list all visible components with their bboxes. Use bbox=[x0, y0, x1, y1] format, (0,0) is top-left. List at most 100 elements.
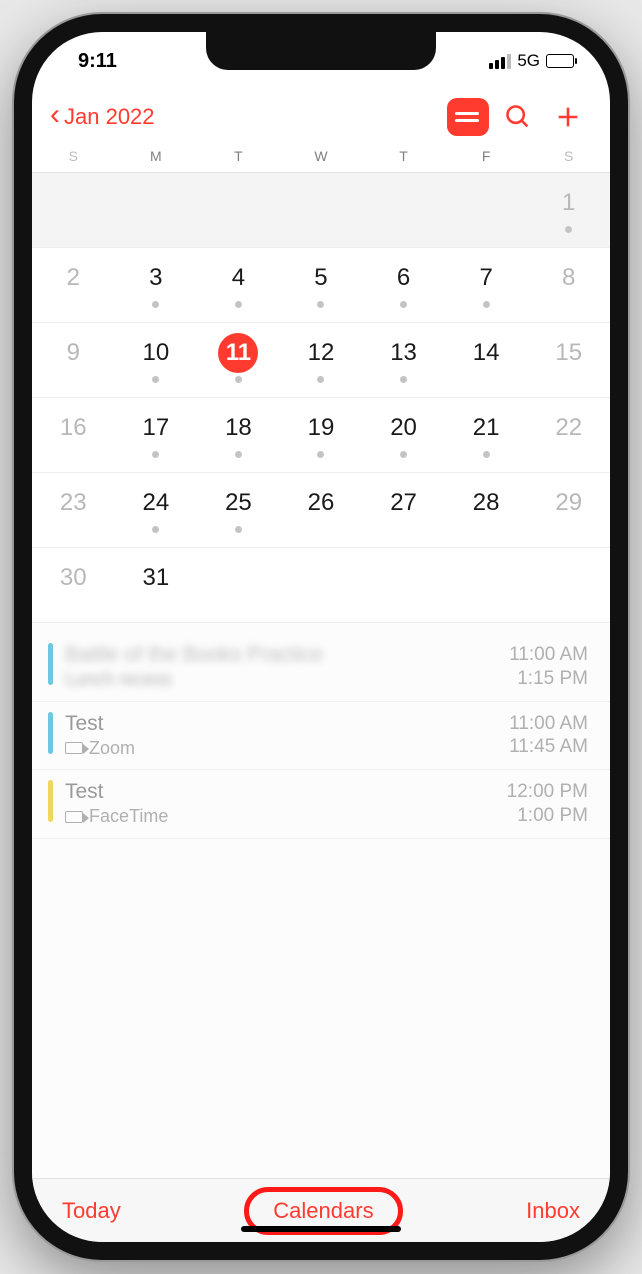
calendar-day[interactable]: 8 bbox=[527, 248, 610, 322]
event-dot-icon bbox=[152, 376, 159, 383]
event-subtitle: Lunch recess bbox=[65, 669, 509, 690]
event-body: TestZoom bbox=[65, 712, 509, 759]
calendar-day[interactable]: 16 bbox=[32, 398, 115, 472]
dow-label: F bbox=[445, 148, 528, 164]
calendar-day[interactable]: 29 bbox=[527, 473, 610, 547]
calendar-day[interactable]: 27 bbox=[362, 473, 445, 547]
day-number bbox=[301, 183, 341, 223]
calendar-day[interactable]: 21 bbox=[445, 398, 528, 472]
event-dot-icon bbox=[483, 301, 490, 308]
event-times: 12:00 PM1:00 PM bbox=[507, 780, 588, 828]
calendar-day[interactable]: 11 bbox=[197, 323, 280, 397]
event-body: Battle of the Books PracticeLunch recess bbox=[65, 643, 509, 690]
calendar-day[interactable]: 17 bbox=[115, 398, 198, 472]
event-color-bar bbox=[48, 643, 53, 685]
calendar-day[interactable]: 28 bbox=[445, 473, 528, 547]
day-number: 23 bbox=[53, 483, 93, 523]
event-dot-icon bbox=[152, 301, 159, 308]
calendar-day[interactable]: 26 bbox=[280, 473, 363, 547]
event-row[interactable]: Battle of the Books PracticeLunch recess… bbox=[32, 633, 610, 702]
day-number: 27 bbox=[384, 483, 424, 523]
event-title: Test bbox=[65, 780, 507, 804]
calendar-day[interactable]: 25 bbox=[197, 473, 280, 547]
bottom-toolbar: Today Calendars Inbox bbox=[32, 1178, 610, 1242]
calendar-day[interactable]: 4 bbox=[197, 248, 280, 322]
calendar-day bbox=[197, 173, 280, 247]
event-dot-icon bbox=[565, 226, 572, 233]
event-row[interactable]: TestZoom11:00 AM11:45 AM bbox=[32, 702, 610, 771]
back-button[interactable]: ‹ Jan 2022 bbox=[50, 104, 155, 130]
event-dot-icon bbox=[235, 301, 242, 308]
calendar-day[interactable]: 18 bbox=[197, 398, 280, 472]
calendar-day[interactable]: 14 bbox=[445, 323, 528, 397]
day-number: 11 bbox=[218, 333, 258, 373]
calendar-day[interactable]: 3 bbox=[115, 248, 198, 322]
search-button[interactable] bbox=[494, 95, 542, 139]
home-indicator[interactable] bbox=[241, 1226, 401, 1232]
calendar-day[interactable]: 30 bbox=[32, 548, 115, 622]
calendar-day bbox=[445, 173, 528, 247]
day-number bbox=[384, 183, 424, 223]
day-number bbox=[218, 183, 258, 223]
search-icon bbox=[504, 103, 532, 131]
event-times: 11:00 AM11:45 AM bbox=[509, 712, 588, 760]
add-event-button[interactable] bbox=[544, 95, 592, 139]
network-label: 5G bbox=[517, 51, 540, 71]
day-number: 25 bbox=[218, 483, 258, 523]
event-dot-icon bbox=[317, 301, 324, 308]
calendar-day[interactable]: 5 bbox=[280, 248, 363, 322]
event-dot-icon bbox=[235, 376, 242, 383]
event-dot-icon bbox=[400, 301, 407, 308]
day-number: 30 bbox=[53, 558, 93, 598]
calendar-week: 2345678 bbox=[32, 248, 610, 323]
calendar-day[interactable]: 7 bbox=[445, 248, 528, 322]
event-dot-icon bbox=[235, 526, 242, 533]
status-right: 5G bbox=[489, 51, 574, 71]
event-row[interactable]: TestFaceTime12:00 PM1:00 PM bbox=[32, 770, 610, 839]
calendar-day[interactable]: 9 bbox=[32, 323, 115, 397]
phone-frame: 9:11 5G ‹ Jan 2022 SMTWTFS 1 bbox=[14, 14, 628, 1260]
calendar-day bbox=[280, 548, 363, 622]
dow-label: S bbox=[32, 148, 115, 164]
calendar-day[interactable]: 15 bbox=[527, 323, 610, 397]
day-number: 29 bbox=[549, 483, 589, 523]
calendar-day[interactable]: 10 bbox=[115, 323, 198, 397]
calendar-day[interactable]: 31 bbox=[115, 548, 198, 622]
calendar-day bbox=[362, 548, 445, 622]
calendar-day[interactable]: 19 bbox=[280, 398, 363, 472]
today-button[interactable]: Today bbox=[62, 1198, 121, 1224]
day-number bbox=[549, 558, 589, 598]
event-dot-icon bbox=[235, 451, 242, 458]
nav-bar: ‹ Jan 2022 bbox=[32, 90, 610, 144]
calendar-day[interactable]: 24 bbox=[115, 473, 198, 547]
calendar-day[interactable]: 13 bbox=[362, 323, 445, 397]
video-icon bbox=[65, 742, 83, 754]
calendar-day[interactable]: 12 bbox=[280, 323, 363, 397]
event-subtitle: FaceTime bbox=[65, 806, 507, 827]
calendar-day[interactable]: 23 bbox=[32, 473, 115, 547]
day-number: 15 bbox=[549, 333, 589, 373]
day-number: 7 bbox=[466, 258, 506, 298]
list-view-toggle[interactable] bbox=[444, 95, 492, 139]
video-icon bbox=[65, 811, 83, 823]
day-number: 24 bbox=[136, 483, 176, 523]
battery-icon bbox=[546, 54, 574, 68]
day-number bbox=[53, 183, 93, 223]
calendar-week: 30 31 bbox=[32, 548, 610, 623]
calendar-day[interactable]: 1 bbox=[527, 173, 610, 247]
calendar-day[interactable]: 2 bbox=[32, 248, 115, 322]
calendar-day bbox=[32, 173, 115, 247]
event-dot-icon bbox=[400, 451, 407, 458]
inbox-button[interactable]: Inbox bbox=[526, 1198, 580, 1224]
calendar-day[interactable]: 22 bbox=[527, 398, 610, 472]
event-dot-icon bbox=[317, 376, 324, 383]
calendar-day[interactable]: 20 bbox=[362, 398, 445, 472]
dow-label: W bbox=[280, 148, 363, 164]
calendar-week: 910 11 12 13 14 15 bbox=[32, 323, 610, 398]
screen: 9:11 5G ‹ Jan 2022 SMTWTFS 1 bbox=[32, 32, 610, 1242]
calendar-day[interactable]: 6 bbox=[362, 248, 445, 322]
event-title: Battle of the Books Practice bbox=[65, 643, 509, 667]
day-number: 13 bbox=[384, 333, 424, 373]
day-number: 14 bbox=[466, 333, 506, 373]
calendar-day bbox=[115, 173, 198, 247]
